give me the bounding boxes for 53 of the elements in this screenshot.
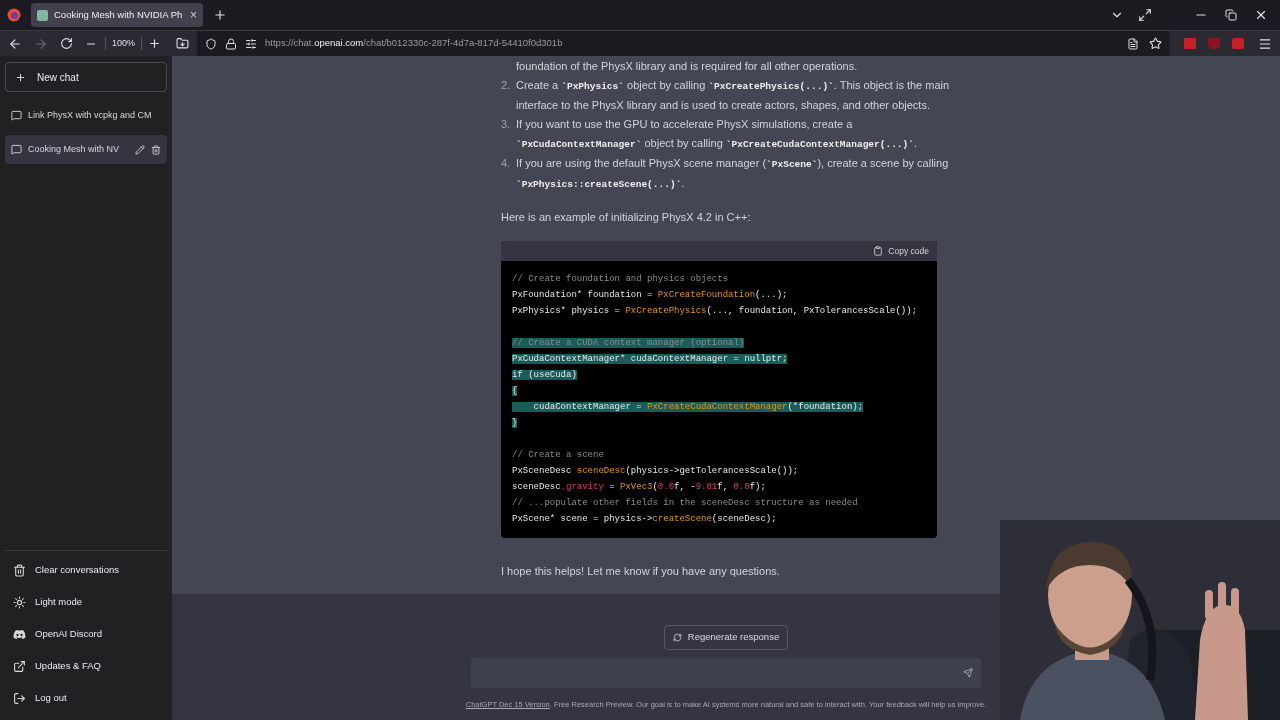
chat-title: Link PhysX with vcpkg and CM [28,108,152,122]
send-button[interactable] [963,668,973,678]
expand-icon[interactable] [1138,8,1152,22]
delete-button[interactable] [151,144,161,155]
permissions-icon[interactable] [245,37,258,50]
sidebar-link[interactable]: Log out [5,682,167,714]
regenerate-button[interactable]: Regenerate response [663,625,789,650]
list-number: 2. [501,78,512,93]
list-number: 4. [501,156,512,171]
plus-icon [15,71,26,83]
chat-bubble-icon [11,110,22,121]
new-tab-button[interactable] [213,8,227,22]
external-link-icon [13,659,26,673]
sun-icon [13,595,26,609]
browser-logo-icon[interactable] [7,8,21,22]
zoom-in-button[interactable] [148,37,162,50]
chat-bubble-icon [11,144,22,155]
copy-code-button[interactable]: Copy code [873,241,929,261]
tab-title: Cooking Mesh with NVIDIA Ph [54,7,184,22]
clipboard-icon [873,246,884,256]
discord-icon [13,627,26,641]
browser-tab[interactable]: Cooking Mesh with NVIDIA Ph × [31,3,203,27]
trash-icon [13,563,26,577]
favicon-icon [37,9,48,21]
folder-icon[interactable] [176,37,190,50]
shield-icon[interactable] [205,37,218,50]
sidebar-link[interactable]: Updates & FAQ [5,650,167,682]
back-button[interactable] [8,36,22,51]
zoom-level[interactable]: 100% [105,36,143,51]
sidebar-link[interactable]: Light mode [5,586,167,618]
restore-button[interactable] [1225,9,1237,21]
reader-view-icon[interactable] [1127,37,1139,50]
tab-close-button[interactable]: × [190,6,197,24]
sidebar-link[interactable]: Clear conversations [5,554,167,586]
logout-icon [13,691,26,705]
answer-text: Here is an example of initializing PhysX 4.2 in C++: [501,210,752,225]
answer-text: foundation of the PhysX library and is required for all other operations. [515,59,859,74]
menu-button[interactable] [1258,36,1272,51]
chat-title: Cooking Mesh with NV [28,142,120,156]
edit-button[interactable] [135,144,145,155]
list-number: 3. [501,117,512,132]
chat-history-item[interactable]: Link PhysX with vcpkg and CM [5,101,167,130]
chat-history-item[interactable]: Cooking Mesh with NV [5,135,167,164]
sidebar-link[interactable]: OpenAI Discord [5,618,167,650]
bookmark-star-icon[interactable] [1149,37,1162,50]
new-chat-button[interactable]: New chat [5,62,167,92]
message-input[interactable] [471,658,981,688]
close-button[interactable] [1254,8,1268,22]
answer-text: I hope this helps! Let me know if you have any questions. [501,564,781,579]
reload-button[interactable] [60,37,73,50]
refresh-icon [672,633,682,642]
url-field[interactable]: https://chat.openai.com/chat/b012330c-287f-4d7a-817d-54410f0d301b [265,36,563,51]
lock-icon[interactable] [225,37,238,50]
